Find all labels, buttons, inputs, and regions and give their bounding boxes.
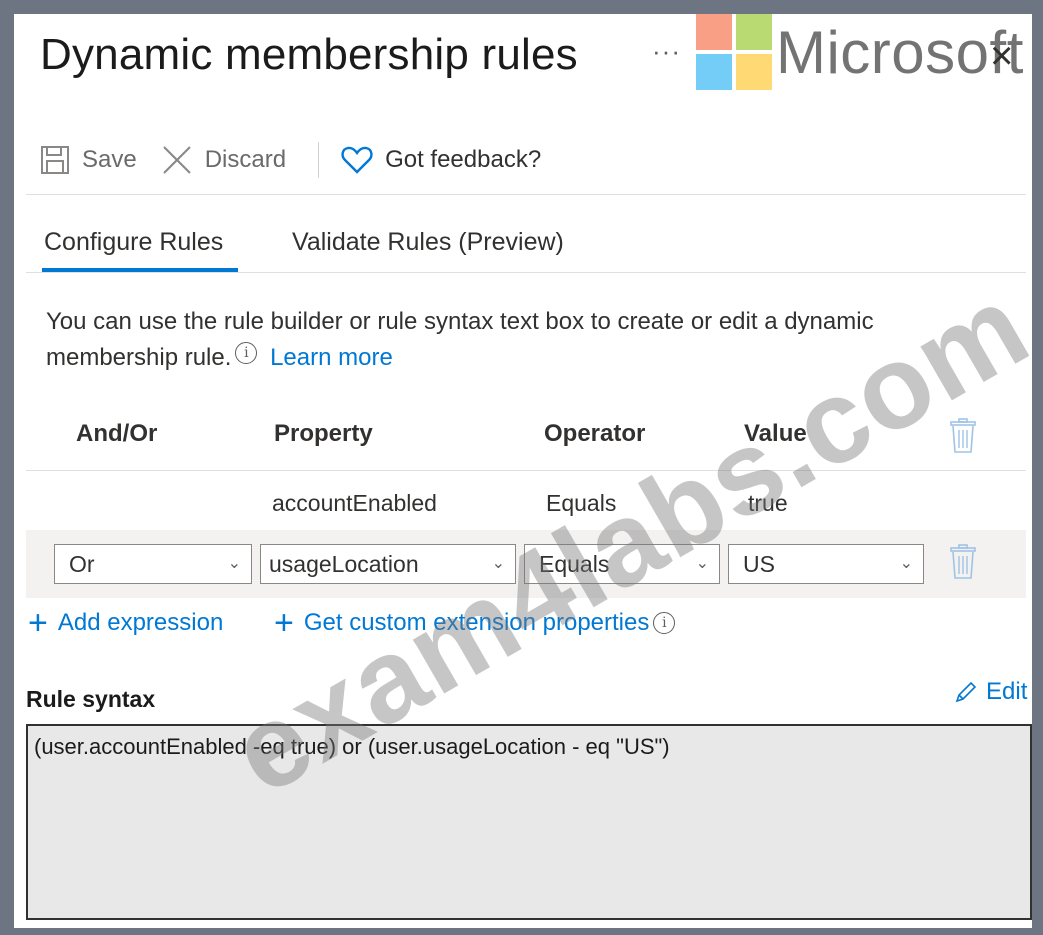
property-value: usageLocation xyxy=(269,550,419,577)
rule-syntax-textbox[interactable]: (user.accountEnabled -eq true) or (user.… xyxy=(26,724,1032,920)
rule-syntax-label: Rule syntax xyxy=(26,686,156,712)
edit-button[interactable]: Edit xyxy=(954,678,1027,706)
tab-validate-rules[interactable]: Validate Rules (Preview) xyxy=(292,228,564,257)
chevron-down-icon: ⌄ xyxy=(491,555,505,572)
command-bar: Save Discard Got feedback? xyxy=(40,140,565,180)
add-expression-label: Add expression xyxy=(57,609,224,636)
custom-extension-button[interactable]: + Get custom extension properties i xyxy=(274,604,681,642)
tab-configure-rules[interactable]: Configure Rules xyxy=(44,228,223,257)
row1-property: accountEnabled xyxy=(272,490,437,516)
value-value: US xyxy=(743,550,775,577)
and-or-select[interactable]: Or ⌄ xyxy=(54,544,252,584)
header-divider-line xyxy=(26,470,1026,471)
row1-value: true xyxy=(748,490,788,516)
info-icon[interactable]: i xyxy=(653,612,676,634)
more-options-button[interactable]: ··· xyxy=(652,36,681,67)
save-icon xyxy=(41,146,69,174)
operator-select[interactable]: Equals ⌄ xyxy=(524,544,720,584)
description-text: You can use the rule builder or rule syn… xyxy=(46,308,874,371)
page-title: Dynamic membership rules xyxy=(40,30,578,79)
add-expression-button[interactable]: + Add expression xyxy=(28,604,224,642)
feedback-button[interactable]: Got feedback? xyxy=(341,145,541,175)
discard-label: Discard xyxy=(204,146,287,173)
toolbar-divider xyxy=(318,142,320,178)
chevron-down-icon: ⌄ xyxy=(227,555,241,572)
tabs-divider-line xyxy=(26,272,1026,273)
property-select[interactable]: usageLocation ⌄ xyxy=(260,544,516,584)
delete-row-icon[interactable] xyxy=(950,544,976,585)
microsoft-logo xyxy=(696,14,772,90)
custom-extension-label: Get custom extension properties xyxy=(303,609,650,636)
delete-all-icon[interactable] xyxy=(950,418,976,459)
chevron-down-icon: ⌄ xyxy=(695,555,709,572)
save-label: Save xyxy=(82,146,137,173)
close-icon xyxy=(162,146,191,174)
info-icon[interactable]: i xyxy=(235,342,258,364)
plus-icon: + xyxy=(28,604,48,642)
header-property: Property xyxy=(274,420,373,447)
and-or-value: Or xyxy=(69,550,95,577)
header-and-or: And/Or xyxy=(76,420,158,447)
learn-more-link[interactable]: Learn more xyxy=(270,344,393,371)
plus-icon: + xyxy=(274,604,294,642)
microsoft-wordmark: Microsoft xyxy=(776,19,1024,86)
value-select[interactable]: US ⌄ xyxy=(728,544,924,584)
rule-description: You can use the rule builder or rule syn… xyxy=(46,304,986,376)
edit-label: Edit xyxy=(986,678,1028,705)
row1-operator: Equals xyxy=(546,490,617,516)
close-button[interactable]: × xyxy=(990,34,1013,79)
pencil-icon xyxy=(955,681,977,703)
header-operator: Operator xyxy=(544,420,646,447)
operator-value: Equals xyxy=(539,550,610,577)
membership-rules-panel: Dynamic membership rules ··· Microsoft ×… xyxy=(14,14,1032,928)
chevron-down-icon: ⌄ xyxy=(899,555,913,572)
header-value: Value xyxy=(744,420,807,447)
heart-icon xyxy=(341,146,373,174)
toolbar-divider-line xyxy=(26,194,1026,195)
discard-button[interactable]: Discard xyxy=(161,144,286,176)
save-button[interactable]: Save xyxy=(40,145,137,175)
feedback-label: Got feedback? xyxy=(385,146,542,173)
